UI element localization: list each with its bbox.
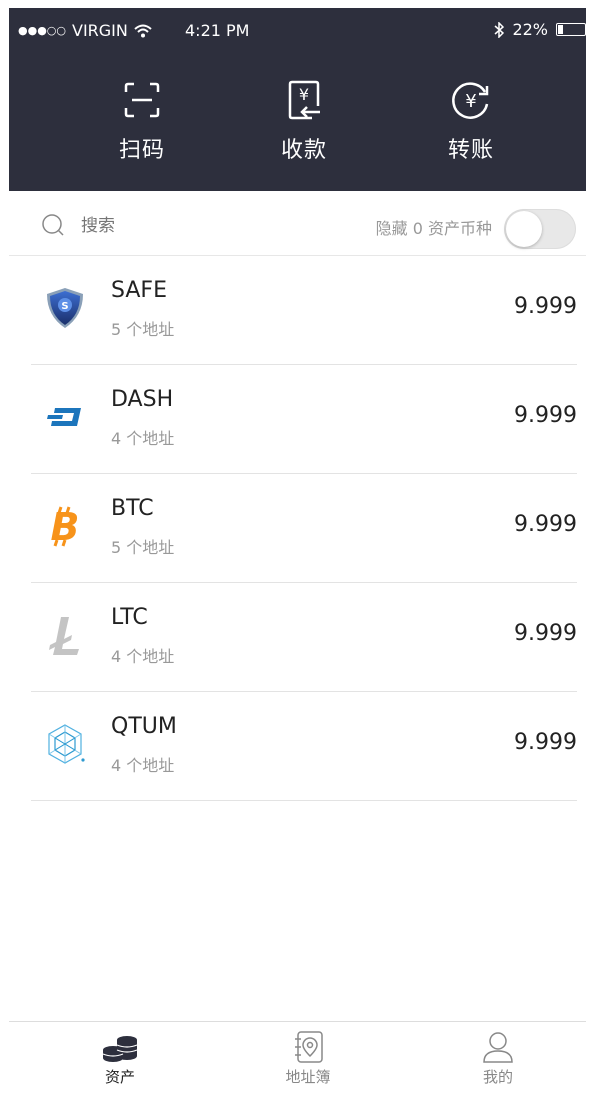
battery-level — [558, 25, 563, 34]
tab-assets[interactable]: 资产 — [65, 1030, 175, 1087]
battery-percent: 22% — [512, 20, 548, 39]
tab-bar: 资产 地址簿 我的 — [9, 1021, 586, 1092]
wifi-icon — [134, 24, 152, 37]
asset-address-count: 5 个地址 — [111, 538, 175, 557]
status-bar: ●●●○○ VIRGIN 4:21 PM 22% — [9, 8, 586, 54]
scan-icon — [124, 82, 160, 118]
asset-amount: 9.999 — [514, 403, 577, 428]
asset-row-qtum[interactable]: QTUM 4 个地址 9.999 — [31, 692, 577, 801]
search-input[interactable] — [79, 211, 283, 241]
asset-name: QTUM — [111, 714, 177, 739]
header: ●●●○○ VIRGIN 4:21 PM 22% 扫码 ¥ 收款 ¥ 转账 — [9, 8, 586, 191]
signal-strength: ●●●○○ — [18, 24, 66, 37]
coins-icon — [102, 1036, 138, 1062]
svg-text:¥: ¥ — [465, 91, 476, 112]
asset-address-count: 4 个地址 — [111, 756, 175, 775]
asset-row-btc[interactable]: B BTC 5 个地址 9.999 — [31, 474, 577, 583]
profile-icon — [483, 1032, 513, 1063]
asset-name: LTC — [111, 605, 148, 630]
asset-address-count: 5 个地址 — [111, 320, 175, 339]
status-left: ●●●○○ VIRGIN — [18, 21, 152, 40]
hide-zero-label: 隐藏 0 资产币种 — [375, 219, 492, 238]
transfer-label: 转账 — [447, 138, 494, 163]
tab-address-book[interactable]: 地址簿 — [253, 1030, 363, 1087]
asset-list: S SAFE 5 个地址 9.999 DASH 4 个地址 9.999 B BT… — [9, 256, 586, 801]
search-icon — [42, 214, 64, 236]
hide-zero-toggle[interactable] — [504, 209, 576, 249]
quick-actions: 扫码 ¥ 收款 ¥ 转账 — [9, 78, 586, 178]
status-time: 4:21 PM — [185, 21, 250, 40]
svg-text:S: S — [61, 301, 68, 312]
ltc-coin-icon — [49, 617, 79, 655]
battery-icon — [556, 23, 586, 36]
svg-text:¥: ¥ — [299, 85, 309, 104]
asset-row-safe[interactable]: S SAFE 5 个地址 9.999 — [31, 256, 577, 365]
asset-row-ltc[interactable]: LTC 4 个地址 9.999 — [31, 583, 577, 692]
app-screen: ●●●○○ VIRGIN 4:21 PM 22% 扫码 ¥ 收款 ¥ 转账 搜索… — [9, 8, 586, 1092]
receive-label: 收款 — [280, 138, 327, 163]
scan-button[interactable]: 扫码 — [82, 78, 202, 164]
transfer-button[interactable]: ¥ 转账 — [411, 78, 531, 164]
asset-name: DASH — [111, 387, 174, 412]
asset-row-dash[interactable]: DASH 4 个地址 9.999 — [31, 365, 577, 474]
address-book-icon — [295, 1031, 323, 1063]
asset-amount: 9.999 — [514, 512, 577, 537]
status-right: 22% — [494, 20, 586, 39]
asset-amount: 9.999 — [514, 294, 577, 319]
asset-name: BTC — [111, 496, 154, 521]
asset-amount: 9.999 — [514, 730, 577, 755]
receive-button[interactable]: ¥ 收款 — [244, 78, 364, 164]
search-row: 隐藏 0 资产币种 — [9, 191, 586, 256]
scan-label: 扫码 — [118, 138, 165, 163]
tab-profile[interactable]: 我的 — [443, 1030, 553, 1087]
qtum-coin-icon — [48, 724, 85, 764]
toggle-knob — [506, 211, 542, 247]
dash-coin-icon — [47, 408, 81, 426]
asset-amount: 9.999 — [514, 621, 577, 646]
asset-name: SAFE — [111, 278, 167, 303]
receive-icon: ¥ — [288, 80, 320, 120]
bluetooth-icon — [494, 21, 505, 38]
safe-coin-icon: S — [47, 288, 83, 328]
tab-label: 地址簿 — [285, 1068, 331, 1086]
asset-address-count: 4 个地址 — [111, 429, 175, 448]
tab-label: 资产 — [104, 1068, 135, 1086]
btc-coin-icon: B — [51, 505, 80, 548]
carrier-name: VIRGIN — [72, 21, 128, 40]
asset-address-count: 4 个地址 — [111, 647, 175, 666]
transfer-icon: ¥ — [452, 82, 489, 119]
tab-label: 我的 — [482, 1068, 513, 1086]
